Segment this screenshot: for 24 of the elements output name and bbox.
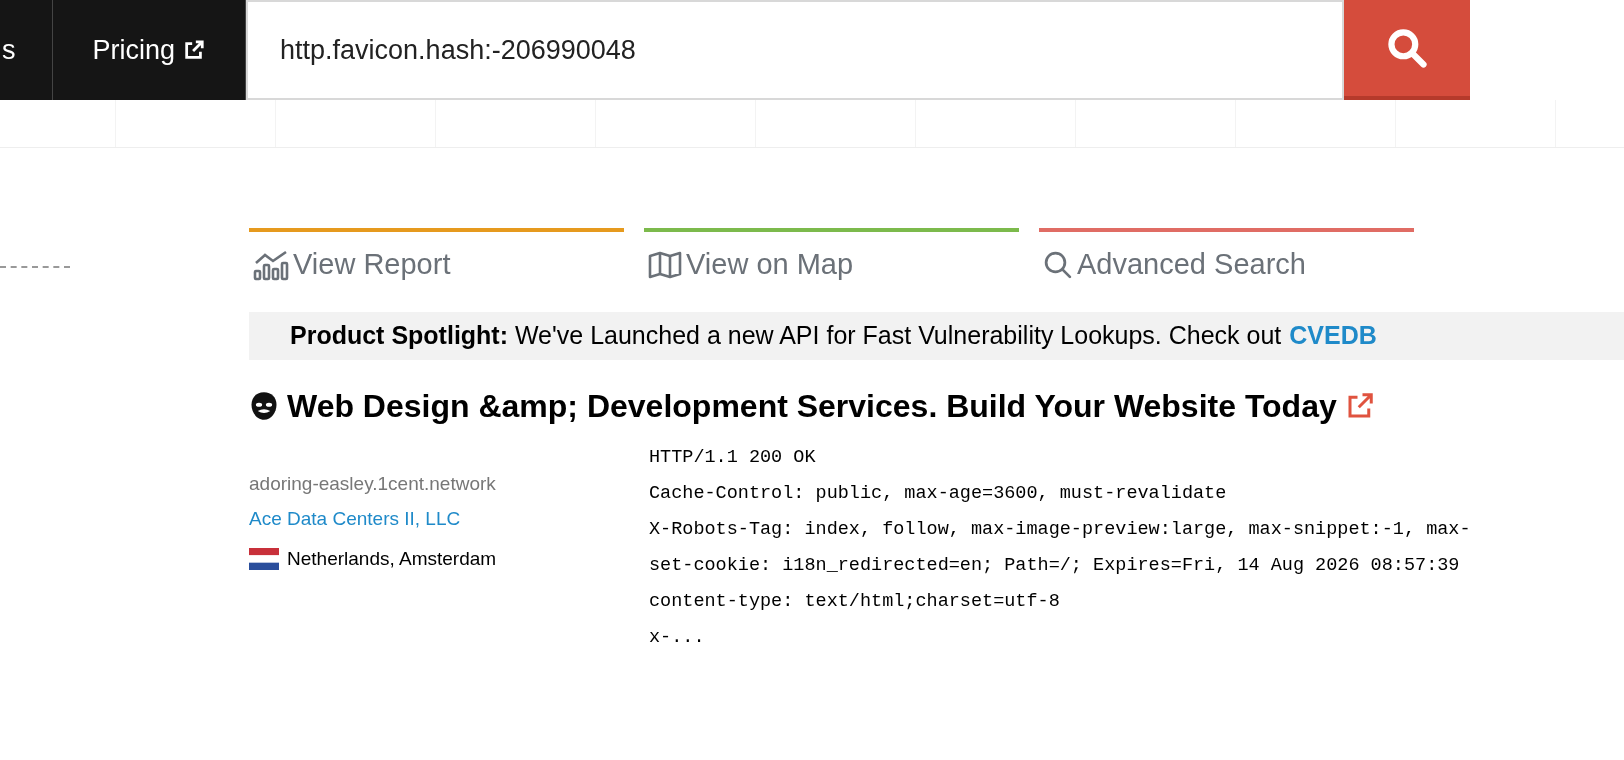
search-icon (1385, 26, 1430, 70)
hostname-text: adoring-easley.1cent.network (249, 472, 497, 496)
map-icon (648, 251, 682, 279)
organization-link[interactable]: Ace Data Centers II, LLC (249, 504, 649, 533)
location-text: Netherlands, Amsterdam (287, 547, 497, 571)
chart-icon (253, 249, 289, 281)
header-line: x-... (649, 626, 706, 650)
netherlands-flag-icon (249, 548, 279, 571)
spotlight-text: Product Spotlight: We've Launched a new API for Fast Vulnerability Lookups. Check out (290, 320, 1282, 352)
action-tab[interactable]: View on Map (644, 228, 1019, 288)
header-line: content-type: text/html;charset=utf-8 (649, 590, 1061, 614)
cvedb-link[interactable]: CVEDB (1289, 317, 1377, 355)
action-tab[interactable]: View Report (249, 228, 624, 288)
header-line: HTTP/1.1 200 OK (649, 446, 817, 470)
header-line: Cache-Control: public, max-age=3600, must-revalidate (649, 482, 1228, 506)
result-title[interactable]: Web Design &amp; Development Services. Build Your Website Today (287, 382, 1337, 430)
search-icon (1043, 250, 1073, 280)
search-field[interactable]: http.favicon.hash:-206990048 (246, 0, 1345, 100)
header-line: X-Robots-Tag: index, follow, max-image-preview:large, max-snippet:-1, max- (649, 518, 1471, 542)
action-tab[interactable]: Advanced Search (1039, 228, 1414, 288)
nav-link[interactable]: s (0, 0, 53, 100)
header-line: set-cookie: i18n_redirected=en; Path=/; Expires=Fri, 14 Aug 2026 08:57:39 (649, 554, 1461, 578)
search-button[interactable] (1344, 0, 1471, 100)
mask-icon (249, 391, 279, 421)
